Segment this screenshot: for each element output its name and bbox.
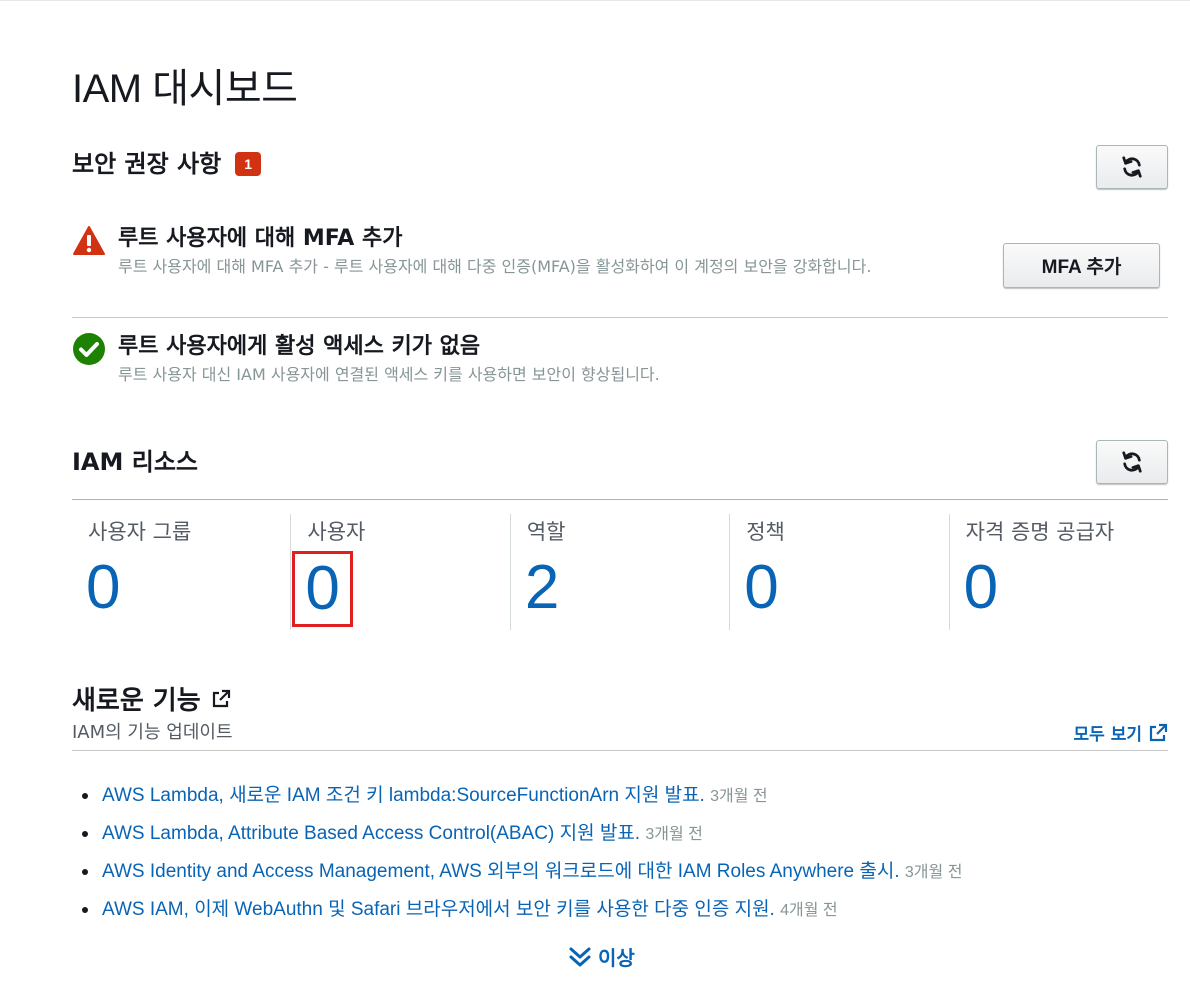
news-link[interactable]: AWS Lambda, 새로운 IAM 조건 키 lambda:SourceFu… xyxy=(102,785,705,806)
resource-user-groups: 사용자 그룹 0 xyxy=(72,514,290,630)
resource-count-link[interactable]: 0 xyxy=(86,552,120,624)
view-all-label: 모두 보기 xyxy=(1073,725,1142,745)
refresh-icon xyxy=(1122,451,1142,473)
refresh-resources-button[interactable] xyxy=(1096,440,1168,484)
iam-resources-title: IAM 리소스 xyxy=(72,448,198,476)
resource-label: 사용자 xyxy=(307,520,366,544)
top-border xyxy=(0,0,1190,1)
view-all-link[interactable]: 모두 보기 xyxy=(1074,720,1168,745)
resource-count-link[interactable]: 2 xyxy=(525,552,559,624)
whats-new-subtitle: IAM의 기능 업데이트 xyxy=(72,722,233,743)
whats-new-list: AWS Lambda, 새로운 IAM 조건 키 lambda:SourceFu… xyxy=(82,780,1162,932)
refresh-icon xyxy=(1122,156,1142,178)
security-recommendations-header: 보안 권장 사항 1 xyxy=(72,144,261,179)
resource-roles: 역할 2 xyxy=(509,514,729,630)
page-title: IAM 대시보드 xyxy=(72,67,298,111)
show-more-label: 이상 xyxy=(598,946,635,970)
news-link[interactable]: AWS Lambda, Attribute Based Access Contr… xyxy=(102,823,640,844)
security-recommendations-title: 보안 권장 사항 xyxy=(72,150,222,178)
external-link-icon xyxy=(212,689,230,707)
resource-label: 정책 xyxy=(746,520,785,544)
add-mfa-button[interactable]: MFA 추가 xyxy=(1003,243,1160,288)
news-age: 3개월 전 xyxy=(645,826,703,843)
whats-new-title: 새로운 기능 xyxy=(72,686,201,716)
recommendations-count-badge: 1 xyxy=(235,152,261,176)
recommendation-description: 루트 사용자 대신 IAM 사용자에 연결된 액세스 키를 사용하면 보안이 향… xyxy=(118,365,660,384)
news-link[interactable]: AWS Identity and Access Management, AWS … xyxy=(102,861,900,882)
resource-label: 역할 xyxy=(526,520,566,544)
resources-grid: 사용자 그룹 0 사용자 0 역할 2 정책 0 자격 증명 공급자 0 xyxy=(72,514,1168,630)
recommendation-access-keys: 루트 사용자에게 활성 액세스 키가 없음 루트 사용자 대신 IAM 사용자에… xyxy=(72,328,1168,398)
resource-users: 사용자 0 xyxy=(290,514,509,630)
warning-triangle-icon xyxy=(73,226,105,255)
resource-identity-providers: 자격 증명 공급자 0 xyxy=(948,514,1168,630)
list-item: AWS Lambda, Attribute Based Access Contr… xyxy=(82,818,1162,856)
news-age: 4개월 전 xyxy=(780,902,838,919)
news-link[interactable]: AWS IAM, 이제 WebAuthn 및 Safari 브라우저에서 보안 … xyxy=(102,899,775,920)
check-circle-icon xyxy=(73,333,105,365)
recommendation-divider xyxy=(72,317,1168,318)
whats-new-header[interactable]: 새로운 기능 xyxy=(72,680,231,717)
resource-count-link[interactable]: 0 xyxy=(964,552,998,624)
news-age: 3개월 전 xyxy=(710,788,768,805)
resource-label: 자격 증명 공급자 xyxy=(965,520,1115,544)
resource-label: 사용자 그룹 xyxy=(88,520,192,544)
resource-policies: 정책 0 xyxy=(729,514,948,630)
resources-divider xyxy=(72,499,1168,500)
news-age: 3개월 전 xyxy=(904,864,963,881)
recommendation-description: 루트 사용자에 대해 MFA 추가 - 루트 사용자에 대해 다중 인증(MFA… xyxy=(118,257,872,276)
list-item: AWS Lambda, 새로운 IAM 조건 키 lambda:SourceFu… xyxy=(82,780,1162,818)
external-link-icon xyxy=(1149,723,1168,741)
whats-new-divider xyxy=(72,750,1168,751)
resource-count-link[interactable]: 0 xyxy=(292,551,353,627)
resource-count-link[interactable]: 0 xyxy=(744,552,778,624)
list-item: AWS Identity and Access Management, AWS … xyxy=(82,856,1162,894)
double-chevron-down-icon xyxy=(569,947,591,966)
recommendation-title: 루트 사용자에 대해 MFA 추가 xyxy=(118,226,403,251)
refresh-recommendations-button[interactable] xyxy=(1096,145,1168,189)
recommendation-title: 루트 사용자에게 활성 액세스 키가 없음 xyxy=(118,334,481,359)
show-more-button[interactable]: 이상 xyxy=(568,942,635,971)
list-item: AWS IAM, 이제 WebAuthn 및 Safari 브라우저에서 보안 … xyxy=(82,894,1162,932)
